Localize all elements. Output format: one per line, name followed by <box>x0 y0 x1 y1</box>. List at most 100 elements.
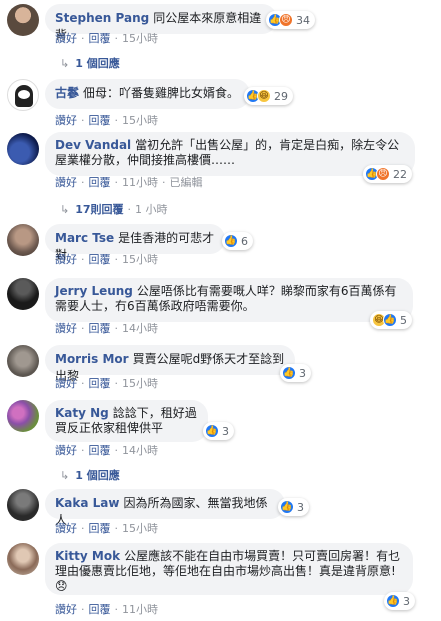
replies-label: 1 個回應 <box>75 57 120 70</box>
reaction-summary[interactable]: 👍 3 <box>203 422 234 440</box>
avatar[interactable] <box>7 400 39 432</box>
avatar[interactable] <box>7 489 39 521</box>
reaction-summary[interactable]: 😆 👍 5 <box>370 311 412 329</box>
like-button[interactable]: 讚好 <box>55 176 77 189</box>
reaction-count: 34 <box>296 13 310 27</box>
reaction-count: 3 <box>403 594 410 608</box>
replies-time: 1 小時 <box>135 203 168 216</box>
separator: · <box>114 603 119 616</box>
comment-author[interactable]: Jerry Leung <box>55 284 133 298</box>
separator: · <box>114 444 119 457</box>
avatar[interactable] <box>7 79 39 111</box>
comment-actions: 讚好 · 回覆 · 15小時 <box>55 112 158 128</box>
separator: · <box>81 322 85 335</box>
separator: · <box>114 32 119 45</box>
avatar[interactable] <box>7 133 39 165</box>
reaction-summary[interactable]: 👍 6 <box>222 232 253 250</box>
reply-arrow-icon: ↳ <box>60 469 70 482</box>
avatar[interactable] <box>7 4 39 36</box>
comment-actions: 讚好 · 回覆 · 11小時 <box>55 601 158 617</box>
reply-button[interactable]: 回覆 <box>89 377 111 390</box>
like-button[interactable]: 讚好 <box>55 253 77 266</box>
comment-time[interactable]: 14小時 <box>122 444 158 457</box>
avatar[interactable] <box>7 224 39 256</box>
like-reaction-icon: 👍 <box>386 594 400 608</box>
separator: · <box>81 114 85 127</box>
like-button[interactable]: 讚好 <box>55 444 77 457</box>
separator: · <box>114 176 119 189</box>
comment-author[interactable]: 古鬖 <box>55 86 79 100</box>
comment-time[interactable]: 15小時 <box>122 253 158 266</box>
comment-actions: 讚好 · 回覆 · 14小時 <box>55 442 158 458</box>
reaction-count: 3 <box>222 424 229 438</box>
reply-button[interactable]: 回覆 <box>89 32 111 45</box>
comment-author[interactable]: Dev Vandal <box>55 138 131 152</box>
comment-author[interactable]: Kitty Mok <box>55 549 120 563</box>
separator: · <box>81 522 85 535</box>
like-button[interactable]: 讚好 <box>55 114 77 127</box>
comment-actions: 讚好 · 回覆 · 11小時 · 已編輯 <box>55 174 203 190</box>
view-replies-link[interactable]: ↳ 1 個回應 <box>60 55 120 71</box>
comment-author[interactable]: Stephen Pang <box>55 11 149 25</box>
comment-author[interactable]: Morris Mor <box>55 352 129 366</box>
separator: · <box>81 603 85 616</box>
reaction-summary[interactable]: 👍 😠 34 <box>266 11 315 29</box>
view-replies-link[interactable]: ↳ 17則回覆 · 1 小時 <box>60 201 168 217</box>
avatar[interactable] <box>7 543 39 575</box>
reaction-count: 22 <box>393 167 407 181</box>
view-replies-link[interactable]: ↳ 1 個回應 <box>60 467 120 483</box>
angry-reaction-icon: 😠 <box>376 167 390 181</box>
comment-time[interactable]: 15小時 <box>122 114 158 127</box>
reply-button[interactable]: 回覆 <box>89 603 111 616</box>
avatar[interactable] <box>7 345 39 377</box>
avatar[interactable] <box>7 278 39 310</box>
comment-time[interactable]: 11小時 <box>122 176 158 189</box>
edited-label[interactable]: 已編輯 <box>170 176 203 189</box>
separator: · <box>114 322 119 335</box>
comment-time[interactable]: 11小時 <box>122 603 158 616</box>
comment-actions: 讚好 · 回覆 · 15小時 <box>55 520 158 536</box>
comment-time[interactable]: 14小時 <box>122 322 158 335</box>
like-button[interactable]: 讚好 <box>55 522 77 535</box>
separator: · <box>81 253 85 266</box>
reply-button[interactable]: 回覆 <box>89 253 111 266</box>
reaction-count: 3 <box>297 500 304 514</box>
like-reaction-icon: 👍 <box>383 313 397 327</box>
reply-arrow-icon: ↳ <box>60 203 70 216</box>
comment-bubble: Kitty Mok 公屋應該不能在自由市場買賣！只可賣回房署！有乜理由優惠賣比佢地… <box>45 543 413 595</box>
reply-button[interactable]: 回覆 <box>89 322 111 335</box>
reaction-summary[interactable]: 👍 😠 22 <box>363 165 412 183</box>
replies-label: 1 個回應 <box>75 469 120 482</box>
reply-button[interactable]: 回覆 <box>89 522 111 535</box>
separator: · <box>114 522 119 535</box>
reaction-summary[interactable]: 👍 3 <box>278 498 309 516</box>
reply-button[interactable]: 回覆 <box>89 114 111 127</box>
haha-reaction-icon: 😆 <box>257 89 271 103</box>
reaction-summary[interactable]: 👍 3 <box>280 364 311 382</box>
reply-button[interactable]: 回覆 <box>89 444 111 457</box>
comment-time[interactable]: 15小時 <box>122 32 158 45</box>
like-reaction-icon: 👍 <box>224 234 238 248</box>
replies-label: 17則回覆 <box>75 203 124 216</box>
like-button[interactable]: 讚好 <box>55 377 77 390</box>
comment-bubble: Morris Mor 買賣公屋呢d野係天才至諗到出黎 <box>45 345 295 383</box>
comment-author[interactable]: Katy Ng <box>55 406 109 420</box>
reply-arrow-icon: ↳ <box>60 57 70 70</box>
comment-time[interactable]: 15小時 <box>122 522 158 535</box>
comment-bubble: Katy Ng 諗諗下，租好過買反正依家租俾供平 <box>45 400 208 442</box>
like-button[interactable]: 讚好 <box>55 32 77 45</box>
comment-bubble: Marc Tse 是佳香港的可悲才對 <box>45 224 225 262</box>
separator: · <box>81 377 85 390</box>
comment-time[interactable]: 15小時 <box>122 377 158 390</box>
like-button[interactable]: 讚好 <box>55 603 77 616</box>
reaction-summary[interactable]: 👍 3 <box>384 592 415 610</box>
comment-actions: 讚好 · 回覆 · 15小時 <box>55 375 158 391</box>
comment-author[interactable]: Kaka Law <box>55 496 119 510</box>
comment-actions: 讚好 · 回覆 · 15小時 <box>55 251 158 267</box>
separator: · <box>114 377 119 390</box>
comment-text: 佃母：吖番隻雞脾比女婿食。 <box>83 86 240 100</box>
comment-author[interactable]: Marc Tse <box>55 231 114 245</box>
reply-button[interactable]: 回覆 <box>89 176 111 189</box>
reaction-summary[interactable]: 👍 😆 29 <box>244 87 293 105</box>
like-button[interactable]: 讚好 <box>55 322 77 335</box>
